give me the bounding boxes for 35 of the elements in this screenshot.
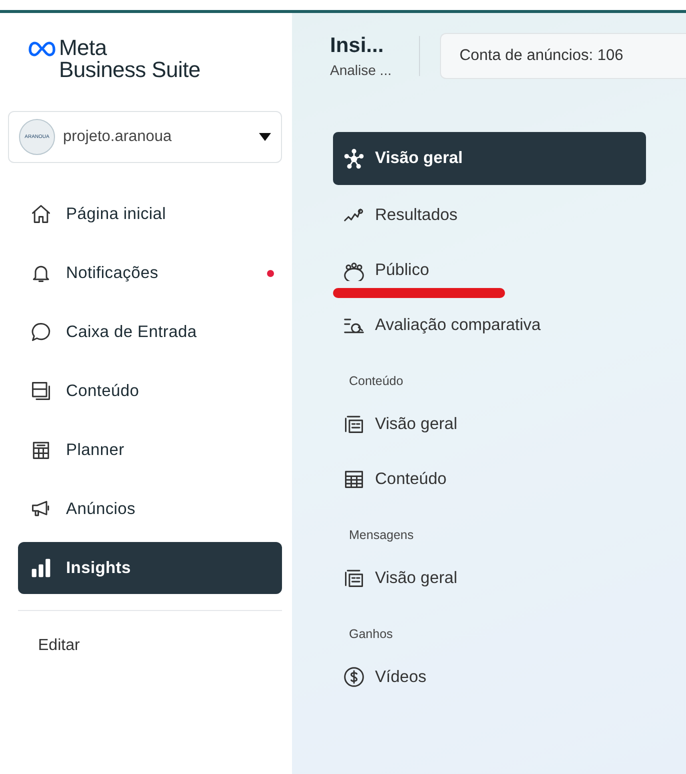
content-icon [30,380,52,402]
caret-icon [259,133,271,141]
subnav-item[interactable]: Visão geral [333,553,646,603]
chat-bubble-icon [30,321,52,343]
cards-icon [343,413,365,435]
calendar-grid-icon [30,439,52,461]
sidebar-item[interactable]: Caixa de Entrada [18,306,282,358]
subnav-item[interactable]: Público [333,245,646,295]
dollar-circle-icon [343,666,365,688]
subnav-item[interactable]: Avaliação comparativa [333,300,646,350]
ad-account-selector[interactable]: Conta de anúncios: 106 [440,33,686,79]
bar-chart-icon [30,557,52,579]
app-logo-text: Meta Business Suite [59,37,200,81]
sidebar-item[interactable]: Planner [18,424,282,476]
subnav-item[interactable]: Resultados [333,190,646,240]
section-heading: Conteúdo [348,373,404,390]
edit-link[interactable]: Editar [18,637,282,655]
sidebar-item[interactable]: Insights [18,542,282,594]
subnav-item[interactable]: Vídeos [333,652,646,702]
sidebar-item[interactable]: Página inicial [18,188,282,240]
section-heading: Ganhos [348,626,394,643]
home-icon [30,203,52,225]
sidebar-item[interactable]: Anúncios [18,483,282,535]
infinity-logo-icon [28,41,56,57]
section-heading: Mensagens [348,527,415,544]
subnav-item[interactable]: Conteúdo [333,454,646,504]
sidebar-item[interactable]: Conteúdo [18,365,282,417]
table-icon [343,468,365,490]
page-subtitle: Analise ... [330,62,392,78]
subnav-item[interactable]: Visão geral [333,132,646,185]
subnav-item[interactable]: Visão geral [333,399,646,449]
sidebar-item[interactable]: Notificações [18,247,282,299]
cards-icon [343,567,365,589]
hub-icon [343,148,365,170]
page-title: Insi... [330,34,385,58]
